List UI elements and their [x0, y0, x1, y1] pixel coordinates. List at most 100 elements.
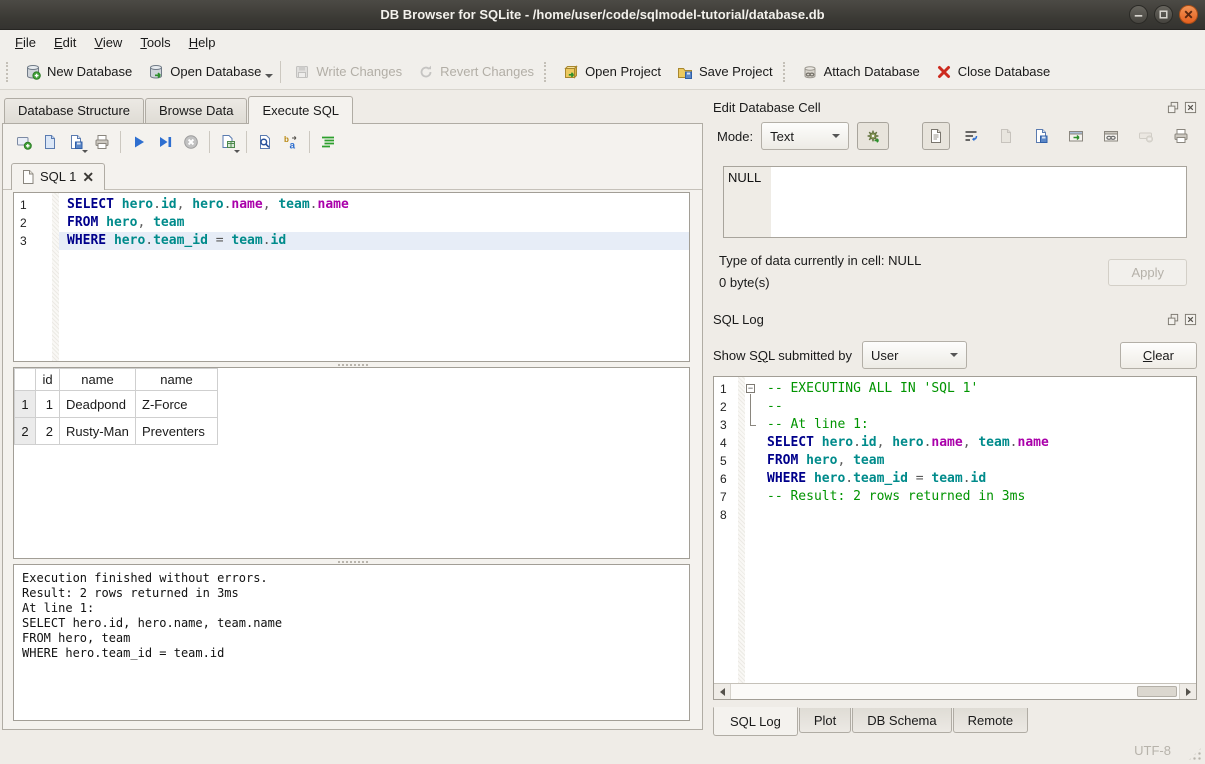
find-replace-button[interactable]: b a — [278, 129, 304, 155]
tab-plot[interactable]: Plot — [799, 708, 851, 733]
set-null-button[interactable] — [1132, 122, 1160, 150]
menu-edit[interactable]: Edit — [45, 32, 85, 53]
new-database-button[interactable]: New Database — [17, 60, 140, 84]
log-horizontal-scrollbar[interactable] — [714, 683, 1196, 699]
open-project-icon — [563, 64, 579, 80]
tab-remote[interactable]: Remote — [953, 708, 1029, 733]
stop-button[interactable] — [178, 129, 204, 155]
mode-label: Mode: — [717, 129, 753, 144]
execute-sql-panel: b a — [2, 123, 703, 730]
export-data-button[interactable] — [1027, 122, 1055, 150]
menu-help[interactable]: Help — [180, 32, 225, 53]
format-sql-icon — [320, 134, 336, 150]
chevron-down-icon — [832, 134, 840, 138]
clear-log-button[interactable]: Clear — [1120, 342, 1197, 369]
execute-current-line-button[interactable] — [152, 129, 178, 155]
titlebar: DB Browser for SQLite - /home/user/code/… — [0, 0, 1205, 30]
cell-value-editor[interactable]: NULL — [723, 166, 1187, 238]
cell-mode-row: Mode: Text — [713, 118, 1197, 154]
revert-changes-button[interactable]: Revert Changes — [410, 60, 542, 84]
log-filter-select[interactable]: User — [862, 341, 967, 369]
import-icon — [998, 128, 1014, 144]
close-button[interactable] — [1179, 5, 1198, 24]
open-database-button[interactable]: Open Database — [140, 60, 269, 84]
sql-doc-tab[interactable]: SQL 1 ✕ — [11, 163, 105, 190]
apply-button[interactable]: Apply — [1108, 259, 1187, 286]
tab-db-schema[interactable]: DB Schema — [852, 708, 951, 733]
cell-type-info: Type of data currently in cell: NULL — [719, 250, 921, 272]
results-grid[interactable]: idnamename11DeadpondZ-Force22Rusty-ManPr… — [13, 367, 690, 559]
close-dock-icon[interactable] — [1184, 313, 1197, 326]
sql-doc-tab-bar: SQL 1 ✕ — [3, 160, 702, 190]
word-wrap-button[interactable] — [957, 122, 985, 150]
sql-log-dock-header: SQL Log — [713, 308, 1197, 330]
tab-browse-data[interactable]: Browse Data — [145, 98, 247, 123]
scroll-left-button[interactable] — [714, 684, 731, 699]
scrollbar-thumb[interactable] — [1137, 686, 1177, 697]
find-replace-icon: b a — [283, 134, 299, 150]
scrollbar-track[interactable] — [731, 684, 1179, 699]
print-sql-button[interactable] — [89, 129, 115, 155]
attach-database-button[interactable]: Attach Database — [794, 60, 928, 84]
execution-message-panel: Execution finished without errors.Result… — [13, 564, 690, 721]
revert-changes-icon — [418, 64, 434, 80]
find-icon — [257, 134, 273, 150]
tab-database-structure[interactable]: Database Structure — [4, 98, 144, 123]
sql-log-title: SQL Log — [713, 312, 764, 327]
scroll-right-button[interactable] — [1179, 684, 1196, 699]
tab-execute-sql[interactable]: Execute SQL — [248, 96, 353, 124]
text-mode-button[interactable] — [922, 122, 950, 150]
execute-all-button[interactable] — [126, 129, 152, 155]
open-external-button[interactable] — [1062, 122, 1090, 150]
menu-tools[interactable]: Tools — [131, 32, 179, 53]
svg-text:a: a — [290, 141, 296, 151]
close-database-button[interactable]: Close Database — [928, 60, 1059, 84]
write-changes-button[interactable]: Write Changes — [286, 60, 410, 84]
results-table[interactable]: idnamename11DeadpondZ-Force22Rusty-ManPr… — [14, 368, 218, 445]
print-cell-button[interactable] — [1167, 122, 1195, 150]
format-sql-button[interactable] — [315, 129, 341, 155]
menubar: File Edit View Tools Help — [0, 30, 1205, 54]
close-dock-icon[interactable] — [1184, 101, 1197, 114]
save-sql-file-button[interactable] — [63, 129, 89, 155]
new-sql-tab-button[interactable] — [11, 129, 37, 155]
sql-log-controls: Show SQL submitted by User Clear — [713, 338, 1197, 372]
sql-editor[interactable]: 123 SELECT hero.id, hero.name, team.name… — [13, 192, 690, 362]
line-number-gutter: 123 — [14, 193, 52, 361]
maximize-button[interactable] — [1154, 5, 1173, 24]
float-dock-icon[interactable] — [1167, 101, 1180, 114]
menu-view[interactable]: View — [85, 32, 131, 53]
toolbar-grip[interactable] — [544, 62, 549, 82]
filter-label: Show SQL submitted by — [713, 348, 852, 363]
bottom-tab-bar: SQL Log Plot DB Schema Remote — [713, 708, 1197, 738]
save-project-icon — [677, 64, 693, 80]
sql-code[interactable]: SELECT hero.id, hero.name, team.nameFROM… — [59, 193, 689, 361]
toolbar-grip[interactable] — [6, 62, 11, 82]
resize-grip[interactable] — [1188, 747, 1202, 761]
open-project-button[interactable]: Open Project — [555, 60, 669, 84]
save-project-button[interactable]: Save Project — [669, 60, 781, 84]
svg-text:b: b — [284, 135, 289, 144]
import-data-button[interactable] — [992, 122, 1020, 150]
export-icon — [1033, 128, 1049, 144]
close-database-icon — [936, 64, 952, 80]
mode-select[interactable]: Text — [761, 122, 849, 150]
open-sql-file-button[interactable] — [37, 129, 63, 155]
menu-file[interactable]: File — [6, 32, 45, 53]
gear-icon — [865, 128, 881, 144]
open-database-dropdown[interactable] — [265, 74, 273, 78]
toolbar-grip[interactable] — [783, 62, 788, 82]
minimize-button[interactable] — [1129, 5, 1148, 24]
tab-sql-log[interactable]: SQL Log — [713, 707, 798, 736]
fold-column[interactable]: − — [745, 377, 759, 683]
copy-link-button[interactable] — [1097, 122, 1125, 150]
open-external-icon — [1068, 128, 1084, 144]
close-sql-tab-icon[interactable]: ✕ — [82, 172, 94, 182]
find-button[interactable] — [252, 129, 278, 155]
auto-switch-mode-button[interactable] — [857, 122, 889, 150]
save-sql-file-icon — [68, 134, 84, 150]
float-dock-icon[interactable] — [1167, 313, 1180, 326]
cell-type-row: Type of data currently in cell: NULL 0 b… — [719, 250, 1187, 294]
export-results-button[interactable] — [215, 129, 241, 155]
print-icon — [94, 134, 110, 150]
